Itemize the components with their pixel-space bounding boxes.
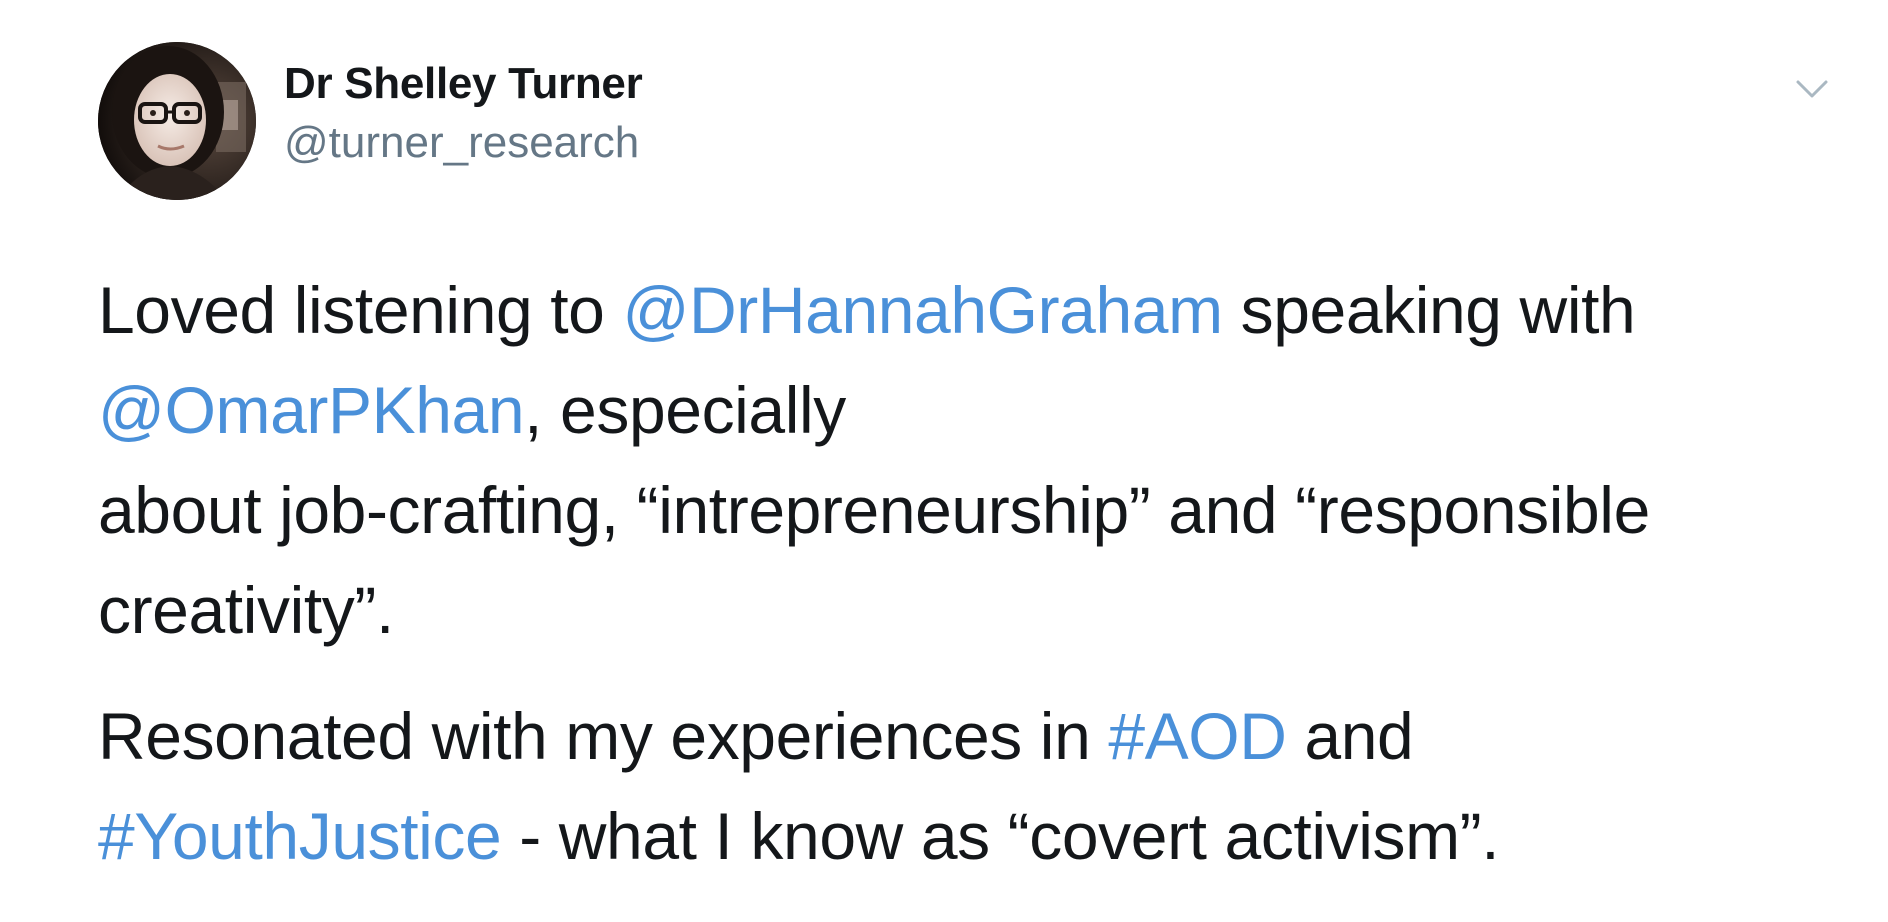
hashtag-link[interactable]: #YouthJustice [98, 799, 502, 873]
text-segment: creativity”. [98, 573, 394, 647]
author-avatar[interactable] [98, 42, 256, 200]
text-segment: speaking with [1222, 273, 1636, 347]
text-segment: - what I know as “covert activism”. [501, 799, 1500, 873]
text-segment: and [1286, 699, 1414, 773]
text-segment: Resonated with my experiences in [98, 699, 1109, 773]
author-display-name[interactable]: Dr Shelley Turner [284, 58, 643, 111]
text-segment: Loved listening to [98, 273, 623, 347]
tweet-paragraph-1: Loved listening to @DrHannahGraham speak… [98, 260, 1798, 660]
tweet-paragraph-2: Resonated with my experiences in #AOD an… [98, 686, 1798, 886]
tweet-card: Dr Shelley Turner @turner_research Loved… [0, 0, 1888, 922]
text-segment: , especially [524, 373, 846, 447]
mention-link[interactable]: @DrHannahGraham [622, 273, 1223, 347]
tweet-text: Loved listening to @DrHannahGraham speak… [98, 260, 1798, 886]
chevron-down-icon[interactable] [1792, 74, 1832, 104]
hashtag-link[interactable]: #AOD [1108, 699, 1287, 773]
text-segment: about job-crafting, “intrepreneurship” a… [98, 473, 1650, 547]
author-block: Dr Shelley Turner @turner_research [284, 58, 643, 170]
mention-link[interactable]: @OmarPKhan [98, 373, 525, 447]
author-handle[interactable]: @turner_research [284, 117, 642, 170]
profile-photo-icon [98, 42, 256, 200]
